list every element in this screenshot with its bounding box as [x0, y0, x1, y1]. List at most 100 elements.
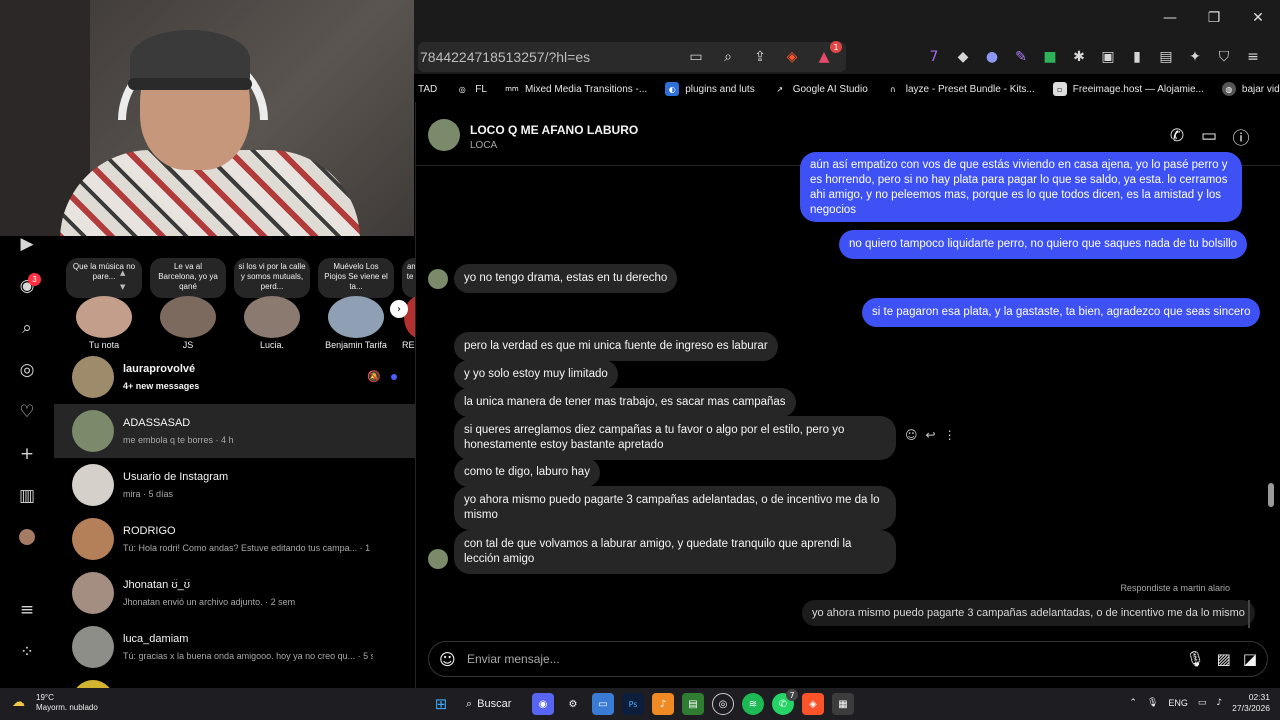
chevron-up-icon[interactable]: ⌃ [1129, 698, 1137, 708]
message-received[interactable]: la unica manera de tener mas trabajo, es… [454, 388, 796, 417]
microphone-tray-icon[interactable]: 🎙 [1147, 698, 1158, 708]
conversation-item[interactable]: Usuario de Instagram mira · 5 días [54, 458, 415, 512]
wallet-icon[interactable]: ▤ [1156, 47, 1176, 67]
chat-title[interactable]: LOCO Q ME AFANO LABURO [470, 123, 638, 137]
sticker-icon[interactable]: ◪ [1243, 650, 1257, 668]
bookmark[interactable]: ◐ plugins and luts [665, 82, 755, 96]
conversation-item-partial[interactable] [54, 674, 415, 688]
message-sent[interactable]: si te pagaron esa plata, y la gastaste, … [862, 298, 1261, 327]
extension-diamond-icon[interactable]: ◆ [953, 47, 973, 67]
chevron-right-icon[interactable]: › [390, 300, 408, 318]
cast-icon[interactable]: ▭ [686, 47, 706, 67]
extension-green-icon[interactable]: ■ [1040, 47, 1060, 67]
message-received[interactable]: yo ahora mismo puedo pagarte 3 campañas … [454, 486, 896, 530]
menu-icon[interactable]: ≡ [1243, 47, 1263, 67]
minimize-button[interactable]: — [1148, 0, 1192, 36]
plugins-icon: ◐ [665, 82, 680, 96]
note-item[interactable]: Que la música no pare... Tu nota [66, 258, 142, 350]
note-item[interactable]: Le va al Barcelona, yo ya qané JS [150, 258, 226, 350]
share-icon[interactable]: ⇪ [750, 47, 770, 67]
language-indicator[interactable]: ENG [1168, 698, 1188, 708]
video-call-icon[interactable]: ▭ [1199, 126, 1219, 146]
create-icon[interactable]: + [17, 444, 37, 464]
conversation-item-active[interactable]: ADASSASAD me embola q te borres · 4 h [54, 404, 415, 458]
chat-scrollbar[interactable] [1268, 483, 1274, 507]
conversation-item[interactable]: Jhonatan ʊ̈_ʊ̈ Jhonatan envió un archivo… [54, 566, 415, 620]
discord-app-icon[interactable]: ◉ [532, 693, 554, 715]
reels-icon[interactable]: ▶ [17, 234, 37, 254]
extension-frame-icon[interactable]: ▣ [1098, 47, 1118, 67]
emoji-icon[interactable]: ☺ [439, 650, 456, 669]
bookmark[interactable]: ◎ FL [455, 82, 487, 96]
conversation-item[interactable]: luca_damiam Tú: gracias x la buena onda … [54, 620, 415, 674]
threads-icon[interactable]: ⁘ [17, 642, 37, 662]
bookmark[interactable]: ◍bajar vidios [1221, 82, 1280, 96]
note-item[interactable]: si los vi por la calle y somos mutuals, … [234, 258, 310, 350]
maximize-button[interactable]: ❐ [1192, 0, 1236, 36]
photoshop-icon[interactable]: Ps [622, 693, 644, 715]
address-actions: ▭ ⌕ ⇪ ◈ ▲ 1 [686, 41, 842, 67]
message-sent[interactable]: aún así empatizo con vos de que estás vi… [800, 152, 1242, 222]
microphone-icon[interactable]: 🎙 [1186, 650, 1205, 668]
obs-icon[interactable]: ◎ [712, 693, 734, 715]
dashboard-icon[interactable]: ▥ [17, 486, 37, 506]
weather-widget[interactable]: ☁ 19°C Mayorm. nublado [12, 693, 98, 713]
extensions-puzzle-icon[interactable]: ✱ [1069, 47, 1089, 67]
note-scroll-arrows[interactable]: ▲ ▼ [120, 266, 125, 294]
network-icon[interactable]: ▭ [1198, 698, 1207, 708]
react-emoji-icon[interactable]: ☺ [905, 428, 918, 442]
brave-shield-icon[interactable]: ◈ [782, 47, 802, 67]
message-received[interactable]: con tal de que volvamos a laburar amigo,… [454, 530, 896, 574]
leo-ai-icon[interactable]: ✦ [1185, 47, 1205, 67]
note-item[interactable]: Muévelo Los Piojos Se viene el ta... Ben… [318, 258, 394, 350]
sidebar-toggle-icon[interactable]: ▮ [1127, 47, 1147, 67]
conversation-item[interactable]: RODRIGO Tú: Hola rodri! Como andas? Estu… [54, 512, 415, 566]
search-icon[interactable]: ⌕ [17, 318, 37, 338]
reply-icon[interactable]: ↩ [926, 428, 936, 442]
more-menu-icon[interactable]: ≡ [17, 600, 37, 620]
message-received[interactable]: pero la verdad es que mi unica fuente de… [454, 332, 778, 361]
whatsapp-icon[interactable]: ✆ 7 [772, 689, 798, 715]
bookmark[interactable]: ∩ layze - Preset Bundle - Kits... [886, 82, 1035, 96]
bookmark[interactable]: TAD [418, 84, 437, 95]
fl-studio-icon[interactable]: ♪ [652, 693, 674, 715]
message-received[interactable]: como te digo, laburo hay [454, 458, 600, 487]
chat-avatar[interactable] [428, 119, 460, 151]
windows-taskbar: ☁ 19°C Mayorm. nublado ⊞ ⌕ Buscar ◉ ⚙ ▭ … [0, 688, 1280, 720]
address-url[interactable]: 7844224718513257/?hl=es [420, 49, 590, 65]
zoom-icon[interactable]: ⌕ [718, 47, 738, 67]
explore-icon[interactable]: ◎ [17, 360, 37, 380]
conversation-item[interactable]: lauraprovolvé 4+ new messages 🔕 [54, 350, 415, 404]
taskbar-search[interactable]: ⌕ Buscar [460, 692, 524, 716]
windows-start-icon[interactable]: ⊞ [430, 693, 452, 715]
close-window-button[interactable]: ✕ [1236, 0, 1280, 36]
brave-browser-icon[interactable]: ◈ [802, 693, 824, 715]
bookmark[interactable]: ↗ Google AI Studio [773, 82, 867, 96]
message-received[interactable]: y yo solo estoy muy limitado [454, 360, 618, 389]
image-icon[interactable]: ▨ [1217, 650, 1231, 668]
discord-icon[interactable]: ● [982, 47, 1002, 67]
extension-7u-icon[interactable]: 7 [924, 47, 944, 67]
message-received[interactable]: yo no tengo drama, estas en tu derecho [454, 264, 678, 293]
notifications-heart-icon[interactable]: ♡ [17, 402, 37, 422]
brave-rewards-icon[interactable]: ▲ 1 [814, 41, 842, 67]
spotify-icon[interactable]: ≋ [742, 693, 764, 715]
bookmark[interactable]: mm Mixed Media Transitions -... [505, 82, 647, 96]
message-received[interactable]: si queres arreglamos diez campañas a tu … [454, 416, 896, 460]
app-green-icon[interactable]: ▤ [682, 693, 704, 715]
clock[interactable]: 02:31 27/3/2026 [1232, 692, 1270, 714]
file-explorer-icon[interactable]: ▭ [592, 693, 614, 715]
message-input[interactable] [467, 649, 1107, 669]
reply-quote[interactable]: yo ahora mismo puedo pagarte 3 campañas … [802, 600, 1255, 626]
info-icon[interactable]: ⓘ [1231, 126, 1251, 149]
phone-call-icon[interactable]: ✆ [1167, 126, 1187, 146]
more-options-icon[interactable]: ⋮ [944, 428, 956, 442]
calculator-icon[interactable]: ▦ [832, 693, 854, 715]
bookmark[interactable]: ▫ Freeimage.host — Alojamie... [1052, 82, 1204, 96]
settings-app-icon[interactable]: ⚙ [562, 693, 584, 715]
feather-icon[interactable]: ✎ [1011, 47, 1031, 67]
message-sent[interactable]: no quiero tampoco liquidarte perro, no q… [839, 230, 1248, 259]
vpn-icon[interactable]: ⛉ [1214, 47, 1234, 67]
volume-icon[interactable]: ♪ [1216, 698, 1222, 708]
profile-avatar[interactable] [19, 529, 35, 545]
